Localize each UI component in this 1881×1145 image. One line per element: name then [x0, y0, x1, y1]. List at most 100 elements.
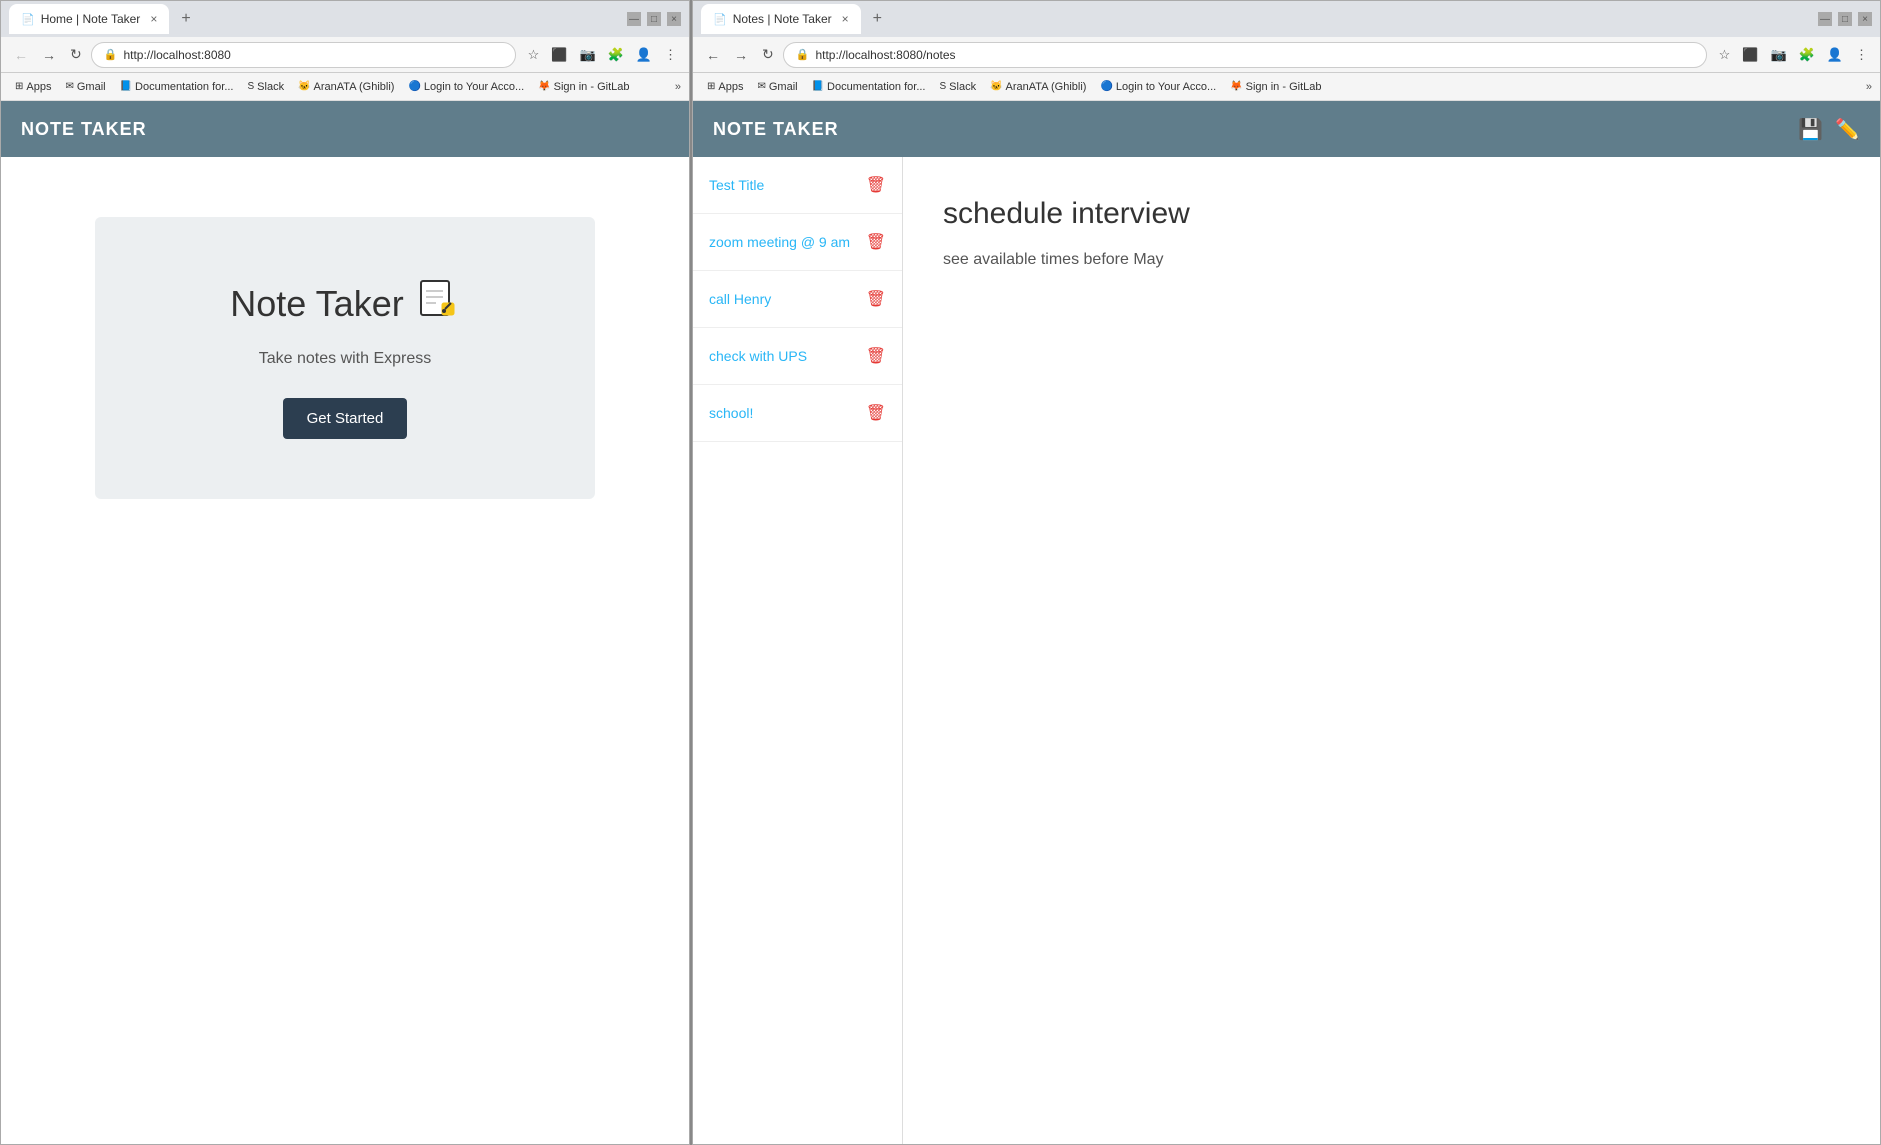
left-bm-slack[interactable]: S Slack: [242, 79, 291, 95]
right-menu-button[interactable]: ⋮: [1851, 45, 1872, 65]
right-bm-gitlab-label: Sign in - GitLab: [1246, 81, 1322, 93]
right-notes-layout: Test Title 🗑 zoom meeting @ 9 am 🗑 call …: [693, 157, 1880, 1144]
left-bm-login[interactable]: 🔵 Login to Your Acco...: [402, 79, 530, 95]
right-bookmarks-more[interactable]: »: [1866, 81, 1872, 93]
left-hero-title: Note Taker: [230, 277, 459, 330]
right-reload-button[interactable]: ↻: [757, 44, 779, 65]
left-bm-gitlab[interactable]: 🦊 Sign in - GitLab: [532, 79, 635, 95]
left-back-button[interactable]: ←: [9, 45, 33, 65]
right-save-button[interactable]: 💾: [1798, 117, 1823, 142]
left-bm-docs-icon: 📘: [120, 81, 132, 92]
delete-button-test-title[interactable]: 🗑: [866, 175, 886, 195]
note-item-school[interactable]: school! 🗑: [693, 385, 902, 442]
note-item-call-henry[interactable]: call Henry 🗑: [693, 271, 902, 328]
right-close-button[interactable]: ×: [1858, 12, 1872, 26]
right-tab-title: Notes | Note Taker: [733, 12, 832, 26]
right-bm-gmail[interactable]: ✉ Gmail: [751, 79, 803, 95]
left-bm-slack-label: Slack: [257, 81, 284, 93]
left-title-bar: 📄 Home | Note Taker × + — □ ×: [1, 1, 689, 37]
delete-button-check-ups[interactable]: 🗑: [866, 346, 886, 366]
right-minimize-button[interactable]: —: [1818, 12, 1832, 26]
left-close-button[interactable]: ×: [667, 12, 681, 26]
note-item-test-title[interactable]: Test Title 🗑: [693, 157, 902, 214]
left-extensions-button[interactable]: 🧩: [604, 45, 628, 65]
left-forward-button[interactable]: →: [37, 45, 61, 65]
delete-button-call-henry[interactable]: 🗑: [866, 289, 886, 309]
left-app-content: NOTE TAKER Note Taker: [1, 101, 689, 1144]
right-bm-login-icon: 🔵: [1100, 81, 1112, 92]
left-get-started-button[interactable]: Get Started: [283, 398, 408, 439]
left-screenshot-button[interactable]: 📷: [575, 45, 599, 65]
left-window-controls: — □ ×: [627, 12, 681, 26]
left-bm-gmail[interactable]: ✉ Gmail: [59, 79, 111, 95]
right-bm-ghibli[interactable]: 🐱 AranATA (Ghibli): [984, 79, 1092, 95]
left-bm-ghibli[interactable]: 🐱 AranATA (Ghibli): [292, 79, 400, 95]
left-cast-button[interactable]: ⬛: [547, 45, 571, 65]
right-tab-close[interactable]: ×: [842, 12, 849, 26]
right-bm-docs[interactable]: 📘 Documentation for...: [806, 79, 932, 95]
left-star-button[interactable]: ☆: [524, 45, 544, 65]
note-title-school: school!: [709, 405, 866, 421]
right-note-detail: schedule interview see available times b…: [903, 157, 1880, 1144]
right-screenshot-button[interactable]: 📷: [1766, 45, 1790, 65]
left-active-tab[interactable]: 📄 Home | Note Taker ×: [9, 4, 169, 34]
right-maximize-button[interactable]: □: [1838, 12, 1852, 26]
right-app-content: NOTE TAKER 💾 ✏️ Test Title 🗑 zoom meetin…: [693, 101, 1880, 1144]
left-profile-button[interactable]: 👤: [632, 45, 656, 65]
right-back-button[interactable]: ←: [701, 45, 725, 65]
note-item-zoom-meeting[interactable]: zoom meeting @ 9 am 🗑: [693, 214, 902, 271]
right-header-actions: 💾 ✏️: [1798, 117, 1860, 142]
note-item-check-ups[interactable]: check with UPS 🗑: [693, 328, 902, 385]
note-title-test-title: Test Title: [709, 177, 866, 193]
right-bm-login[interactable]: 🔵 Login to Your Acco...: [1094, 79, 1222, 95]
right-url-text: http://localhost:8080/notes: [815, 48, 1693, 62]
right-bm-ghibli-icon: 🐱: [990, 81, 1002, 92]
left-hero-card: Note Taker Take notes with Exp: [95, 217, 595, 499]
right-bm-slack-icon: S: [940, 81, 947, 92]
left-bm-ghibli-icon: 🐱: [298, 81, 310, 92]
right-profile-button[interactable]: 👤: [1823, 45, 1847, 65]
note-title-call-henry: call Henry: [709, 291, 866, 307]
left-menu-button[interactable]: ⋮: [660, 45, 681, 65]
right-header-title: NOTE TAKER: [713, 119, 839, 140]
left-nt-header: NOTE TAKER: [1, 101, 689, 157]
left-maximize-button[interactable]: □: [647, 12, 661, 26]
right-title-bar: 📄 Notes | Note Taker × + — □ ×: [693, 1, 1880, 37]
right-active-note-body: see available times before May: [943, 251, 1840, 269]
right-tab-icon: 📄: [713, 13, 727, 26]
right-nt-header: NOTE TAKER 💾 ✏️: [693, 101, 1880, 157]
right-active-tab[interactable]: 📄 Notes | Note Taker ×: [701, 4, 861, 34]
right-nav-bar: ← → ↻ 🔒 http://localhost:8080/notes ☆ ⬛ …: [693, 37, 1880, 73]
right-edit-button[interactable]: ✏️: [1835, 117, 1860, 142]
right-new-tab-button[interactable]: +: [867, 10, 888, 28]
delete-button-zoom-meeting[interactable]: 🗑: [866, 232, 886, 252]
right-bm-apps[interactable]: ⊞ Apps: [701, 79, 749, 95]
left-nav-bar: ← → ↻ 🔒 http://localhost:8080 ☆ ⬛ 📷 🧩 👤 …: [1, 37, 689, 73]
left-bm-ghibli-label: AranATA (Ghibli): [314, 81, 395, 93]
right-forward-button[interactable]: →: [729, 45, 753, 65]
right-bm-apps-icon: ⊞: [707, 81, 715, 92]
right-bm-gitlab[interactable]: 🦊 Sign in - GitLab: [1224, 79, 1327, 95]
right-star-button[interactable]: ☆: [1715, 45, 1735, 65]
right-cast-button[interactable]: ⬛: [1738, 45, 1762, 65]
right-extensions-button[interactable]: 🧩: [1795, 45, 1819, 65]
right-bm-apps-label: Apps: [718, 81, 743, 93]
right-bm-slack[interactable]: S Slack: [934, 79, 983, 95]
right-bm-gmail-icon: ✉: [757, 81, 765, 92]
left-bookmarks-more[interactable]: »: [675, 81, 681, 93]
left-bm-gmail-label: Gmail: [77, 81, 106, 93]
right-browser-window: 📄 Notes | Note Taker × + — □ × ← → ↻ 🔒 h…: [692, 0, 1881, 1145]
left-bm-apps[interactable]: ⊞ Apps: [9, 79, 57, 95]
left-address-bar[interactable]: 🔒 http://localhost:8080: [91, 42, 516, 68]
left-reload-button[interactable]: ↻: [65, 44, 87, 65]
left-bm-gitlab-icon: 🦊: [538, 81, 550, 92]
left-tab-close[interactable]: ×: [150, 12, 157, 26]
left-minimize-button[interactable]: —: [627, 12, 641, 26]
left-bm-docs[interactable]: 📘 Documentation for...: [114, 79, 240, 95]
delete-button-school[interactable]: 🗑: [866, 403, 886, 423]
right-bm-login-label: Login to Your Acco...: [1116, 81, 1216, 93]
note-title-check-ups: check with UPS: [709, 348, 866, 364]
right-address-bar[interactable]: 🔒 http://localhost:8080/notes: [783, 42, 1707, 68]
note-title-zoom-meeting: zoom meeting @ 9 am: [709, 234, 866, 250]
left-new-tab-button[interactable]: +: [175, 10, 196, 28]
